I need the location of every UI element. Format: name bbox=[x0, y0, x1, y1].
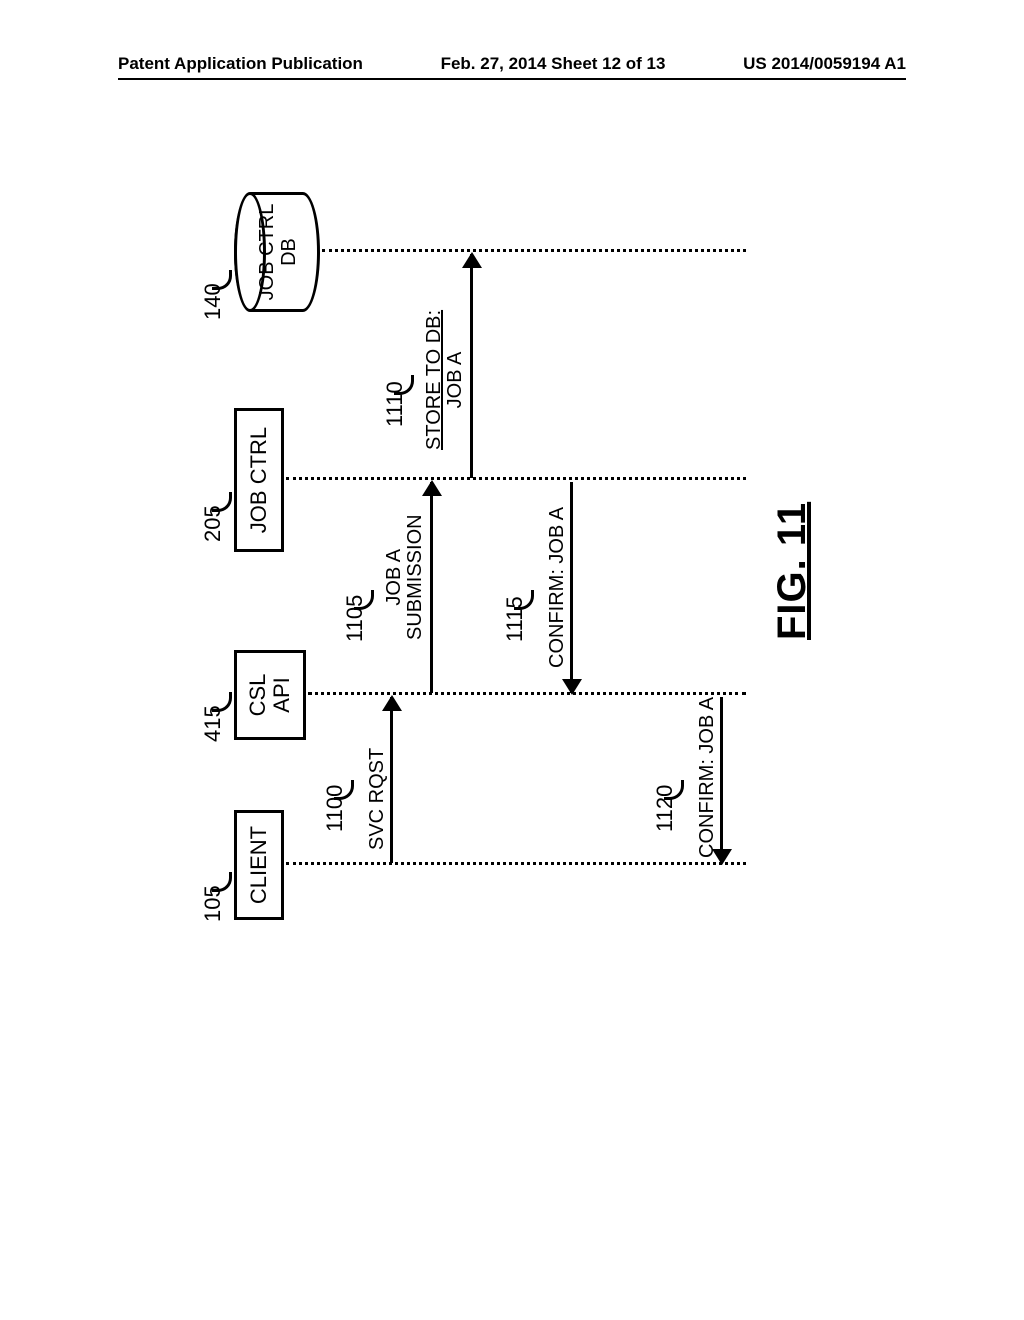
header-center: Feb. 27, 2014 Sheet 12 of 13 bbox=[441, 54, 666, 74]
msg-1105-text: JOB A SUBMISSION bbox=[384, 514, 426, 640]
ref-205: 205 bbox=[200, 505, 226, 542]
rotated-diagram-group: 105 CLIENT 415 CSL API 205 JOB CTRL 140 bbox=[200, 180, 800, 940]
lifeline-db bbox=[322, 249, 746, 252]
sequence-diagram: 105 CLIENT 415 CSL API 205 JOB CTRL 140 bbox=[200, 180, 800, 940]
participant-csl-api-l1: CSL bbox=[246, 674, 270, 717]
msg-1110-t1: STORE TO DB: bbox=[424, 310, 445, 450]
msg-1105-t1: JOB A bbox=[384, 514, 405, 640]
figure-label: FIG. 11 bbox=[770, 502, 815, 640]
lifeline-client bbox=[286, 862, 746, 865]
msg-1110-t2: JOB A bbox=[445, 310, 466, 450]
ref-1115: 1115 bbox=[502, 596, 528, 642]
ref-1110: 1110 bbox=[382, 381, 408, 427]
participant-job-ctrl-label: JOB CTRL bbox=[246, 427, 272, 533]
arrow-1105 bbox=[430, 482, 433, 693]
ref-1100: 1100 bbox=[322, 785, 348, 832]
arrow-1120 bbox=[720, 697, 723, 863]
patent-figure-page: Patent Application Publication Feb. 27, … bbox=[0, 0, 1024, 1320]
header-left: Patent Application Publication bbox=[118, 54, 363, 74]
ref-140: 140 bbox=[200, 283, 226, 320]
page-header: Patent Application Publication Feb. 27, … bbox=[118, 78, 906, 104]
participant-db-labels: JOB CTRL DB bbox=[256, 192, 300, 312]
participant-csl-api: CSL API bbox=[234, 650, 306, 740]
participant-client-label: CLIENT bbox=[246, 826, 272, 904]
msg-1100-text: SVC RQST bbox=[366, 748, 389, 850]
ref-1120: 1120 bbox=[652, 785, 678, 832]
arrow-1115 bbox=[570, 482, 573, 693]
lifeline-job-ctrl bbox=[286, 477, 746, 480]
arrow-1100 bbox=[390, 697, 393, 863]
msg-1110-text: STORE TO DB: JOB A bbox=[424, 310, 466, 450]
ref-1105: 1105 bbox=[342, 595, 368, 642]
header-right: US 2014/0059194 A1 bbox=[743, 54, 906, 74]
participant-job-ctrl: JOB CTRL bbox=[234, 408, 284, 552]
participant-csl-api-l2: API bbox=[270, 677, 294, 712]
participant-client: CLIENT bbox=[234, 810, 284, 920]
lifeline-csl-api bbox=[308, 692, 746, 695]
participant-db-l1: JOB CTRL bbox=[256, 192, 278, 312]
msg-1115-text: CONFIRM: JOB A bbox=[546, 507, 569, 668]
ref-105: 105 bbox=[200, 885, 226, 922]
participant-db-l2: DB bbox=[278, 192, 300, 312]
ref-415: 415 bbox=[200, 705, 226, 742]
msg-1105-t2: SUBMISSION bbox=[405, 514, 426, 640]
msg-1120-text: CONFIRM: JOB A bbox=[696, 697, 719, 858]
arrow-1110 bbox=[470, 254, 473, 478]
